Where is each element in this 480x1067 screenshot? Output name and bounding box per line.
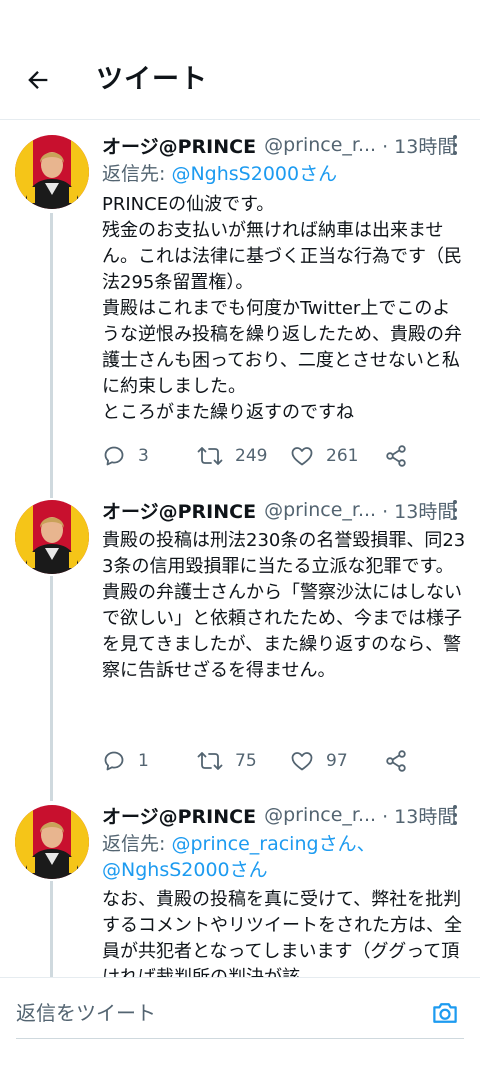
tweet-text: 貴殿の投稿は刑法230条の名誉毀損罪、同233条の信用毀損罪に当たる立派な犯罪で…	[102, 530, 466, 681]
tweet-actions: 1 75 97	[102, 746, 422, 776]
reply-icon	[104, 446, 124, 466]
more-options-button[interactable]	[448, 803, 462, 827]
share-button[interactable]	[384, 441, 408, 471]
retweet-icon	[197, 447, 223, 465]
retweet-count: 249	[235, 446, 268, 466]
retweet-icon	[197, 752, 223, 770]
tweet-text: PRINCEの仙波です。 残金のお支払いが無ければ納車は出来ません。これは法律に…	[102, 194, 462, 423]
top-app-bar: ツイート	[0, 0, 480, 120]
like-button[interactable]: 261	[290, 441, 358, 471]
tweet-actions: 3 249 261	[102, 441, 422, 471]
reply-button[interactable]: 3	[102, 441, 149, 471]
author-name[interactable]: オージ@PRINCE	[102, 497, 256, 524]
reply-count: 3	[138, 446, 149, 466]
reply-composer: 返信をツイート	[0, 977, 480, 1067]
tweet-timestamp[interactable]: · 13時間	[382, 132, 456, 159]
like-count: 97	[326, 751, 348, 771]
back-button[interactable]	[20, 62, 56, 98]
author-name[interactable]: オージ@PRINCE	[102, 802, 256, 829]
tweet-text: なお、貴殿の投稿を真に受けて、弊社を批判するコメントやリツイートをされた方は、全…	[102, 889, 462, 977]
retweet-button[interactable]: 249	[197, 441, 267, 471]
avatar[interactable]	[15, 805, 89, 879]
reply-to-mention[interactable]: @prince_racingさん、	[171, 833, 375, 855]
arrow-left-icon	[28, 71, 48, 89]
more-options-button[interactable]	[448, 498, 462, 522]
reply-to-mention[interactable]: @NghsS2000さん	[102, 859, 268, 881]
reply-button[interactable]: 1	[102, 746, 149, 776]
avatar[interactable]	[15, 500, 89, 574]
like-count: 261	[326, 446, 359, 466]
reply-input[interactable]: 返信をツイート	[16, 998, 156, 1028]
reply-to-prefix: 返信先:	[102, 163, 172, 185]
reply-input-underline	[16, 1038, 464, 1039]
reply-to-line: 返信先: @NghsS2000さん	[102, 161, 465, 187]
more-options-button[interactable]	[448, 133, 462, 157]
camera-button[interactable]	[430, 998, 460, 1028]
tweet[interactable]: オージ@PRINCE @prince_r... · 13時間 貴殿の投稿は刑法2…	[0, 486, 480, 796]
reply-to-line: 返信先: @prince_racingさん、 @NghsS2000さん	[102, 831, 465, 883]
reply-icon	[104, 751, 124, 771]
tweet[interactable]: オージ@PRINCE @prince_r... · 13時間 返信先: @Ngh…	[0, 121, 480, 491]
author-handle[interactable]: @prince_r...	[264, 804, 376, 826]
tweet[interactable]: オージ@PRINCE @prince_r... · 13時間 返信先: @pri…	[0, 791, 480, 977]
heart-icon	[291, 447, 313, 466]
retweet-button[interactable]: 75	[197, 746, 257, 776]
reply-to-prefix: 返信先:	[102, 833, 172, 855]
author-handle[interactable]: @prince_r...	[264, 134, 376, 156]
share-icon	[386, 750, 406, 772]
author-name[interactable]: オージ@PRINCE	[102, 132, 256, 159]
page-title: ツイート	[96, 64, 208, 95]
share-icon	[386, 445, 406, 467]
share-button[interactable]	[384, 746, 408, 776]
camera-icon	[433, 1003, 457, 1023]
tweet-timestamp[interactable]: · 13時間	[382, 497, 456, 524]
avatar[interactable]	[15, 135, 89, 209]
retweet-count: 75	[235, 751, 257, 771]
reply-count: 1	[138, 751, 149, 771]
like-button[interactable]: 97	[290, 746, 348, 776]
tweet-thread[interactable]: オージ@PRINCE @prince_r... · 13時間 返信先: @Ngh…	[0, 121, 480, 977]
reply-to-mention[interactable]: @NghsS2000さん	[171, 163, 337, 185]
author-handle[interactable]: @prince_r...	[264, 499, 376, 521]
heart-icon	[291, 752, 313, 771]
tweet-timestamp[interactable]: · 13時間	[382, 802, 456, 829]
